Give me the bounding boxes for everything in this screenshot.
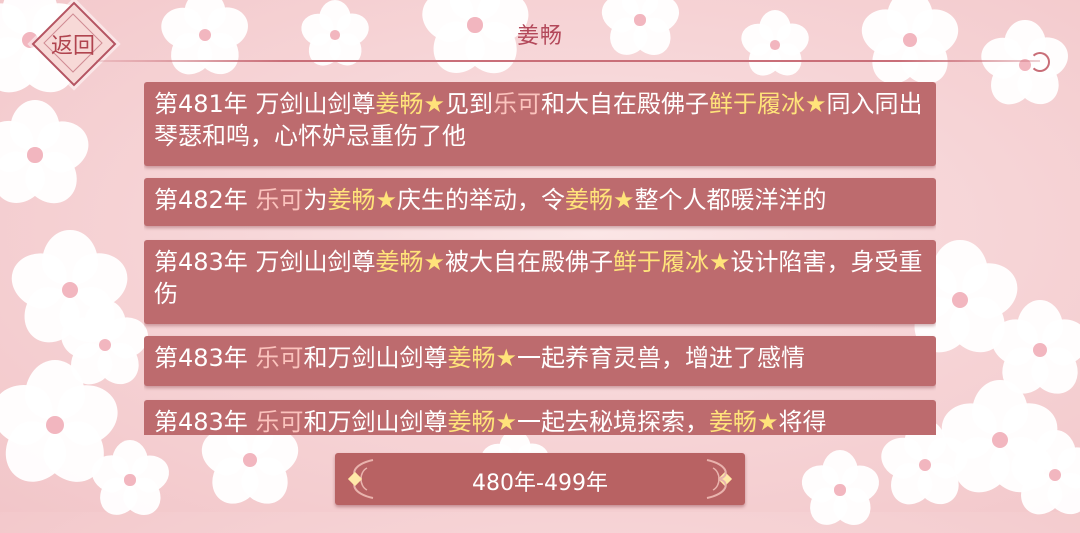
event-fragment: 庆生的举动，令 [396, 186, 565, 214]
event-fragment: 和万剑山剑尊 [303, 344, 448, 372]
flower-icon [985, 300, 1080, 404]
event-fragment: 和大自在殿佛子 [540, 90, 709, 118]
partner-name: 乐可 [492, 90, 541, 118]
flower-icon [0, 100, 95, 214]
event-year: 第483年 [154, 248, 248, 276]
event-text: 万剑山剑尊姜畅★被大自在殿佛子鲜于履冰★设计陷害，身受重伤 [154, 248, 922, 308]
event-fragment: 一起去秘境探索， [516, 408, 709, 435]
page-title: 姜畅 [516, 24, 563, 49]
event-fragment: 为 [303, 186, 328, 214]
flower-icon [56, 300, 154, 394]
flower-icon [934, 380, 1066, 505]
event-fragment: 一起养育灵兽，增进了感情 [516, 344, 805, 372]
character-name: 姜畅★ [375, 90, 445, 118]
ornament-right-icon [706, 459, 727, 499]
character-name: 姜畅★ [447, 344, 517, 372]
character-name: 姜畅★ [375, 248, 445, 276]
partner-name: 乐可 [255, 408, 304, 435]
event-fragment: 万剑山剑尊 [247, 90, 376, 118]
title-divider [96, 60, 1040, 62]
event-list[interactable]: 第481年 万剑山剑尊姜畅★见到乐可和大自在殿佛子鲜于履冰★同入同出琴瑟和鸣，心… [144, 82, 936, 435]
character-name: 姜畅★ [708, 408, 779, 435]
event-text: 乐可和万剑山剑尊姜畅★一起去秘境探索，姜畅★将得 [248, 408, 827, 435]
event-text: 乐可和万剑山剑尊姜畅★一起养育灵兽，增进了感情 [248, 344, 805, 372]
event-fragment: 万剑山剑尊 [247, 248, 376, 276]
event-fragment: 被大自在殿佛子 [444, 248, 613, 276]
flower-icon [796, 450, 884, 533]
era-selector[interactable]: 480年-499年 [335, 453, 745, 505]
event-year: 第481年 [154, 90, 248, 118]
event-card: 第483年 万剑山剑尊姜畅★被大自在殿佛子鲜于履冰★设计陷害，身受重伤 [144, 240, 936, 324]
era-label: 480年-499年 [472, 471, 608, 496]
event-fragment: 和万剑山剑尊 [303, 408, 448, 435]
event-year: 第483年 [154, 344, 248, 372]
event-fragment: 将得 [778, 408, 827, 435]
event-fragment: 见到 [444, 90, 493, 118]
character-name: 姜畅★ [564, 186, 635, 214]
partner-name: 乐可 [255, 186, 304, 214]
event-year: 第482年 [154, 186, 248, 214]
character-name: 姜畅★ [447, 408, 517, 435]
flower-icon [86, 440, 174, 523]
flower-icon [4, 230, 136, 355]
event-year: 第483年 [154, 408, 248, 435]
event-card: 第483年 乐可和万剑山剑尊姜畅★一起去秘境探索，姜畅★将得 [144, 400, 936, 435]
event-card: 第481年 万剑山剑尊姜畅★见到乐可和大自在殿佛子鲜于履冰★同入同出琴瑟和鸣，心… [144, 82, 936, 166]
event-fragment: 整个人都暖洋洋的 [634, 186, 827, 214]
flower-icon [1006, 430, 1080, 524]
event-card: 第483年 乐可和万剑山剑尊姜畅★一起养育灵兽，增进了感情 [144, 336, 936, 386]
character-name: 鲜于履冰★ [612, 248, 731, 276]
event-card: 第482年 乐可为姜畅★庆生的举动，令姜畅★整个人都暖洋洋的 [144, 178, 936, 226]
character-name: 鲜于履冰★ [708, 90, 827, 118]
divider-scroll-icon [1030, 52, 1050, 72]
partner-name: 乐可 [255, 344, 304, 372]
flower-icon [0, 360, 126, 495]
character-name: 姜畅★ [327, 186, 397, 214]
event-text: 乐可为姜畅★庆生的举动，令姜畅★整个人都暖洋洋的 [248, 186, 827, 214]
event-text: 万剑山剑尊姜畅★见到乐可和大自在殿佛子鲜于履冰★同入同出琴瑟和鸣，心怀妒忌重伤了… [154, 90, 922, 150]
